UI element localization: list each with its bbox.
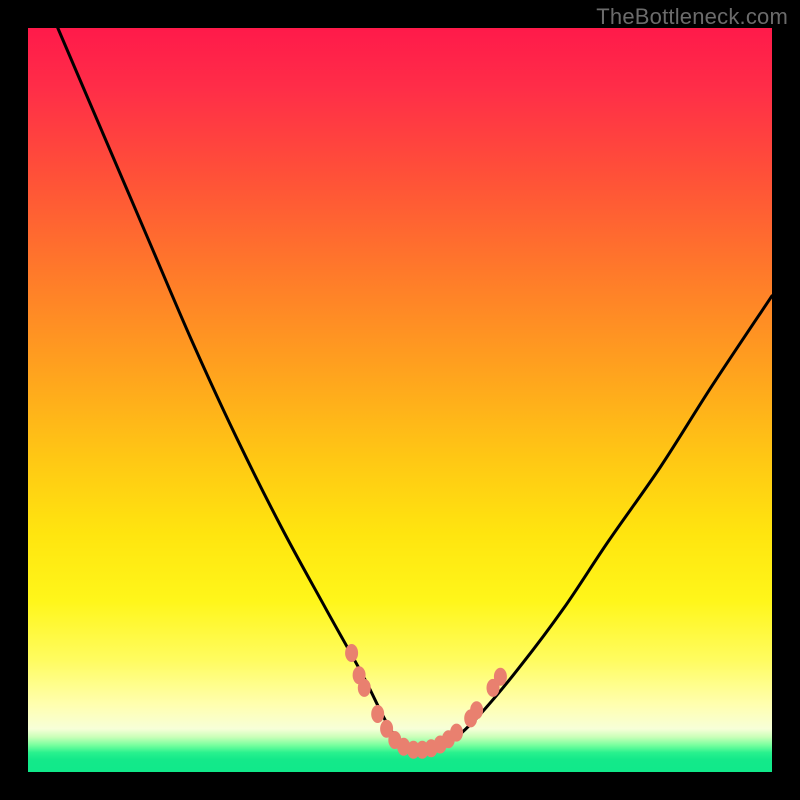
curve-marker xyxy=(345,644,358,662)
curve-marker xyxy=(358,679,371,697)
plot-area xyxy=(28,28,772,772)
watermark-text: TheBottleneck.com xyxy=(596,4,788,30)
curve-marker xyxy=(450,724,463,742)
curve-svg xyxy=(28,28,772,772)
curve-marker xyxy=(494,668,507,686)
bottleneck-curve xyxy=(58,28,772,750)
curve-marker xyxy=(371,705,384,723)
curve-marker xyxy=(470,701,483,719)
curve-markers xyxy=(345,644,507,759)
chart-frame: TheBottleneck.com xyxy=(0,0,800,800)
